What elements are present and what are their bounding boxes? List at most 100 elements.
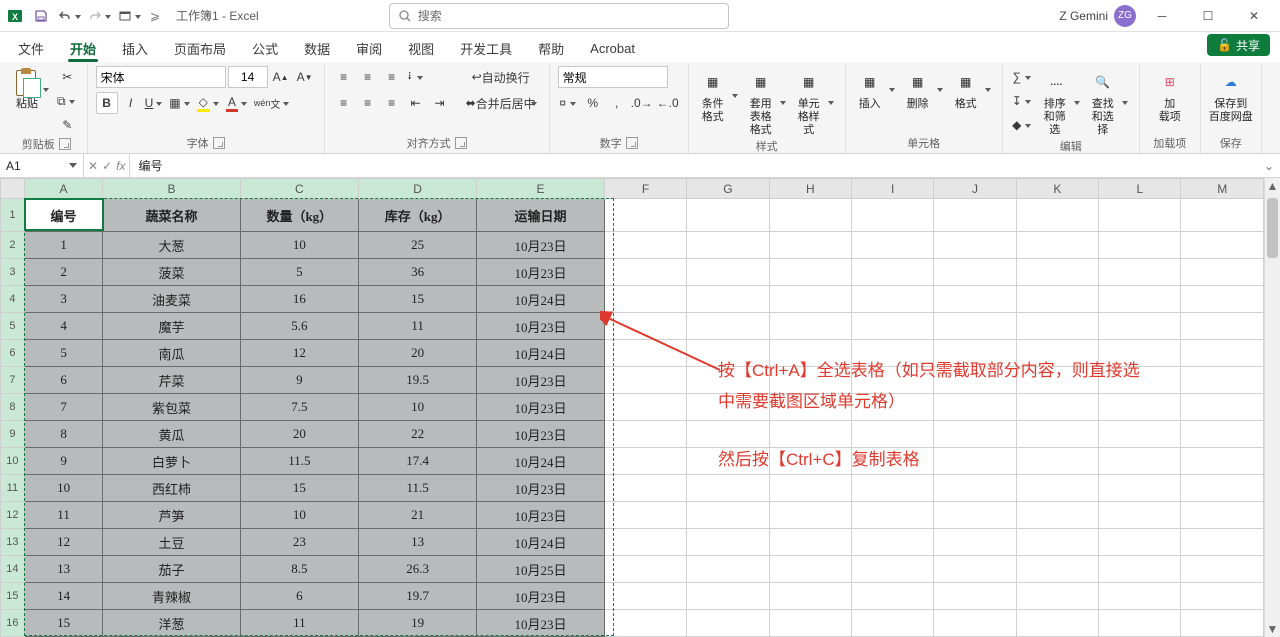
phonetic-button[interactable]: wén文: [253, 92, 294, 114]
align-center-button[interactable]: ≡: [357, 92, 379, 114]
cell[interactable]: [604, 259, 686, 286]
cell[interactable]: [769, 529, 851, 556]
fx-icon[interactable]: fx: [116, 159, 125, 173]
formula-input[interactable]: 编号: [130, 154, 1258, 177]
column-header[interactable]: H: [769, 179, 851, 199]
column-header[interactable]: A: [24, 179, 103, 199]
cell[interactable]: [769, 610, 851, 637]
autosum-button[interactable]: ∑: [1011, 66, 1035, 88]
table-cell[interactable]: 3: [24, 286, 103, 313]
table-cell[interactable]: 21: [358, 502, 476, 529]
fill-color-button[interactable]: ◇: [196, 92, 223, 114]
tab-data[interactable]: 数据: [298, 34, 336, 62]
table-cell[interactable]: 11: [358, 313, 476, 340]
cell[interactable]: [1181, 232, 1264, 259]
table-cell[interactable]: 15: [358, 286, 476, 313]
cell[interactable]: [1016, 286, 1098, 313]
table-cell[interactable]: 10月23日: [477, 367, 605, 394]
table-cell[interactable]: 23: [240, 529, 358, 556]
table-cell[interactable]: 1: [24, 232, 103, 259]
row-header[interactable]: 16: [1, 610, 25, 637]
maximize-button[interactable]: ☐: [1188, 3, 1228, 29]
table-cell[interactable]: 10月23日: [477, 259, 605, 286]
table-cell[interactable]: 14: [24, 583, 103, 610]
font-name-select[interactable]: [96, 66, 226, 88]
cell[interactable]: [604, 610, 686, 637]
clear-button[interactable]: ◆: [1011, 114, 1035, 136]
table-cell[interactable]: 6: [240, 583, 358, 610]
cell[interactable]: [1099, 259, 1181, 286]
table-cell[interactable]: 4: [24, 313, 103, 340]
table-cell[interactable]: 8: [24, 421, 103, 448]
table-cell[interactable]: 10: [240, 232, 358, 259]
cell[interactable]: [1181, 313, 1264, 340]
table-cell[interactable]: 10月23日: [477, 394, 605, 421]
minimize-button[interactable]: ─: [1142, 3, 1182, 29]
cell[interactable]: [769, 556, 851, 583]
increase-decimal-button[interactable]: .0→: [630, 92, 654, 114]
cell[interactable]: [852, 610, 934, 637]
table-cell[interactable]: 魔芋: [103, 313, 240, 340]
find-select-button[interactable]: 🔍查找和选择: [1087, 66, 1131, 138]
scroll-thumb[interactable]: [1267, 198, 1278, 258]
table-cell[interactable]: 16: [240, 286, 358, 313]
bold-button[interactable]: B: [96, 92, 118, 114]
cell[interactable]: [1016, 583, 1098, 610]
search-box[interactable]: 搜索: [389, 3, 729, 29]
column-header[interactable]: K: [1016, 179, 1098, 199]
cell[interactable]: [852, 529, 934, 556]
format-as-table-button[interactable]: ▦套用 表格格式: [745, 66, 789, 138]
cell[interactable]: [687, 529, 769, 556]
cell[interactable]: [687, 583, 769, 610]
table-cell[interactable]: 油麦菜: [103, 286, 240, 313]
column-header[interactable]: I: [852, 179, 934, 199]
cell[interactable]: [1181, 475, 1264, 502]
comma-button[interactable]: ,: [606, 92, 628, 114]
cell[interactable]: [604, 394, 686, 421]
cell[interactable]: [852, 556, 934, 583]
cell[interactable]: [1181, 421, 1264, 448]
cell[interactable]: [934, 313, 1016, 340]
delete-cells-button[interactable]: ▦删除: [902, 66, 946, 111]
table-cell[interactable]: 大葱: [103, 232, 240, 259]
sort-filter-button[interactable]: ᠁排序和筛选: [1039, 66, 1083, 138]
row-header[interactable]: 6: [1, 340, 25, 367]
cell[interactable]: [604, 421, 686, 448]
cell[interactable]: [1016, 199, 1098, 232]
tab-insert[interactable]: 插入: [116, 34, 154, 62]
table-cell[interactable]: 芹菜: [103, 367, 240, 394]
tab-formula[interactable]: 公式: [246, 34, 284, 62]
cell[interactable]: [769, 286, 851, 313]
currency-button[interactable]: ¤: [558, 92, 580, 114]
close-button[interactable]: ✕: [1234, 3, 1274, 29]
align-top-button[interactable]: ≡: [333, 66, 355, 88]
number-format-select[interactable]: [558, 66, 668, 88]
cell[interactable]: [1181, 502, 1264, 529]
cell[interactable]: [1181, 556, 1264, 583]
table-cell[interactable]: 南瓜: [103, 340, 240, 367]
cell[interactable]: [1016, 259, 1098, 286]
table-cell[interactable]: 黄瓜: [103, 421, 240, 448]
tab-page-layout[interactable]: 页面布局: [168, 34, 232, 62]
table-cell[interactable]: 芦笋: [103, 502, 240, 529]
cell[interactable]: [769, 421, 851, 448]
column-header[interactable]: G: [687, 179, 769, 199]
cell[interactable]: [1099, 583, 1181, 610]
save-baidu-button[interactable]: ☁保存到 百度网盘: [1209, 66, 1253, 124]
tab-view[interactable]: 视图: [402, 34, 440, 62]
row-header[interactable]: 14: [1, 556, 25, 583]
align-left-button[interactable]: ≡: [333, 92, 355, 114]
format-cells-button[interactable]: ▦格式: [950, 66, 994, 111]
table-cell[interactable]: 10月24日: [477, 340, 605, 367]
table-cell[interactable]: 10月24日: [477, 529, 605, 556]
table-header-cell[interactable]: 编号: [24, 199, 103, 232]
cell[interactable]: [1016, 529, 1098, 556]
undo-button[interactable]: [58, 3, 84, 29]
table-cell[interactable]: 9: [24, 448, 103, 475]
row-header[interactable]: 4: [1, 286, 25, 313]
cell[interactable]: [769, 583, 851, 610]
cell[interactable]: [1099, 529, 1181, 556]
cell[interactable]: [1016, 232, 1098, 259]
scroll-up-icon[interactable]: ▲: [1265, 178, 1280, 194]
orientation-button[interactable]: ⭭: [405, 66, 427, 88]
